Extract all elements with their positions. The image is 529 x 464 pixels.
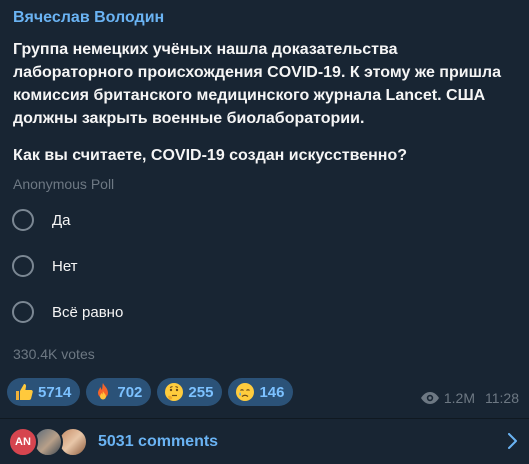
radio-button-icon[interactable] — [12, 301, 34, 323]
reaction-thumbs-up[interactable]: 5714 — [7, 378, 81, 406]
message-time: 11:28 — [485, 390, 519, 406]
radio-button-icon[interactable] — [12, 209, 34, 231]
fire-icon — [98, 383, 109, 400]
chevron-right-icon — [508, 433, 517, 449]
message-meta: 1.2M 11:28 — [420, 390, 519, 406]
view-count: 1.2M — [443, 390, 475, 406]
eye-icon — [420, 392, 439, 404]
comments-label: 5031 comments — [98, 432, 219, 450]
channel-post: Вячеслав Володин Группа немецких учёных … — [0, 0, 529, 464]
poll-type-label: Anonymous Poll — [13, 176, 115, 192]
reaction-count: 255 — [188, 383, 214, 401]
poll-option-dont-care[interactable]: Всё равно — [12, 299, 312, 325]
reaction-crying[interactable]: 146 — [228, 378, 294, 406]
message-text: Группа немецких учёных нашла доказательс… — [13, 38, 518, 130]
author-name[interactable]: Вячеслав Володин — [13, 9, 164, 27]
crying-face-icon — [236, 383, 255, 401]
thinking-face-icon — [165, 383, 184, 401]
message-line: Группа немецких учёных нашла доказательс… — [13, 41, 398, 58]
comments-button[interactable]: AN 5031 comments — [0, 419, 529, 464]
reaction-thinking[interactable]: 255 — [157, 378, 223, 406]
message-line: должны закрыть военные биолаборатории. — [13, 110, 365, 127]
thumbs-up-icon — [16, 384, 33, 400]
reaction-count: 702 — [117, 383, 143, 401]
reaction-count: 146 — [259, 383, 285, 401]
poll-option-yes[interactable]: Да — [12, 207, 312, 233]
poll-vote-count: 330.4K votes — [13, 346, 95, 362]
reaction-fire[interactable]: 702 — [86, 378, 152, 406]
radio-button-icon[interactable] — [12, 255, 34, 277]
reaction-count: 5714 — [38, 383, 72, 401]
commenter-avatars: AN — [8, 426, 88, 458]
poll-option-no[interactable]: Нет — [12, 253, 312, 279]
message-line: лабораторного происхождения COVID-19. К … — [13, 64, 501, 81]
reactions-bar: 5714 702 255 146 — [7, 378, 294, 406]
poll-option-label: Всё равно — [52, 303, 124, 321]
poll-option-label: Да — [52, 211, 71, 229]
message-line: комиссия британского медицинского журнал… — [13, 87, 486, 104]
avatar-initials: AN — [15, 435, 31, 448]
poll-question: Как вы считаете, COVID-19 создан искусст… — [13, 147, 408, 164]
poll-option-label: Нет — [52, 257, 78, 275]
avatar: AN — [8, 426, 38, 457]
